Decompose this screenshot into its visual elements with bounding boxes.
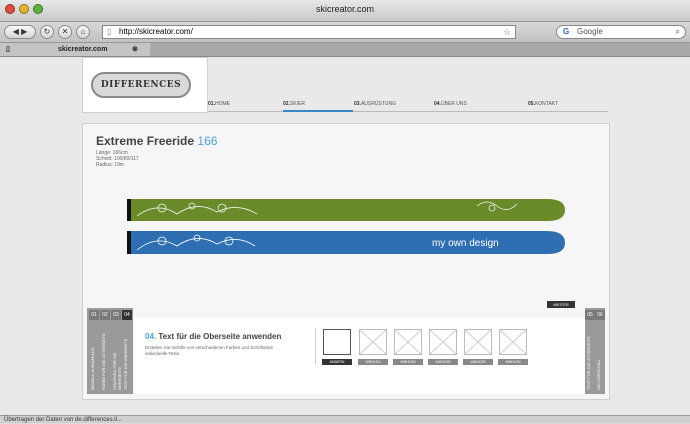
menu-label: KONTAKT <box>534 101 559 107</box>
status-bar: Übertragen der Daten von de.differences.… <box>0 415 690 423</box>
waehlen-button[interactable]: WÄHLEN <box>498 359 528 365</box>
menu-item-skier[interactable]: 02.SKIER <box>283 101 305 107</box>
tab-bar: ▯ skicreator.com ⊗ <box>0 43 690 57</box>
menu-num: 03. <box>354 101 361 107</box>
top-ski <box>129 199 565 221</box>
page-icon: ▯ <box>107 27 112 36</box>
search-placeholder: Google <box>577 27 603 36</box>
product-name: Extreme Freeride <box>96 134 195 148</box>
step-03[interactable]: 03 <box>111 310 121 320</box>
site-logo[interactable]: DIFFERENCES <box>91 72 191 98</box>
menu-num: 01. <box>208 101 215 107</box>
product-number: 166 <box>197 134 218 148</box>
home-icon: ⌂ <box>80 27 86 36</box>
reload-button[interactable]: ↻ <box>40 25 54 39</box>
menu-label: SKIER <box>289 101 305 107</box>
menu-item-ausruestung[interactable]: 03.AUSRÜSTUNG <box>354 101 396 107</box>
menu-num: 02. <box>283 101 290 107</box>
main-menu: 01.HOME 02.SKIER 03.AUSRÜSTUNG 04.ÜBER U… <box>208 101 608 115</box>
reload-icon: ↻ <box>43 27 51 36</box>
empty-slot-icon <box>394 329 422 355</box>
browser-toolbar: ◀ ▶ ↻ ✕ ⌂ ▯ http://skicreator.com/ ☆ G G… <box>0 22 690 43</box>
page-viewport: DIFFERENCES 01.HOME 02.SKIER 03.AUSRÜSTU… <box>0 57 690 415</box>
stop-button[interactable]: ✕ <box>58 25 72 39</box>
page-icon: ▯ <box>6 46 10 53</box>
search-icon[interactable]: ⌕ <box>676 26 680 38</box>
product-title: Extreme Freeride 166 <box>96 134 217 148</box>
configurator-steps: WEITER 01 02 03 04 MODELL AUSWÄHLEN FARB… <box>87 301 605 394</box>
right-step-column: 05 06 TEXT FÜR DIE UNTERSEITE SKI-VORSCH… <box>585 308 605 394</box>
search-field[interactable]: G Google ⌕ <box>556 25 686 39</box>
step-label: TEXT FÜR DIE UNTERSEITE <box>586 336 591 390</box>
address-bar[interactable]: ▯ http://skicreator.com/ ☆ <box>102 25 516 39</box>
menu-divider <box>208 111 608 112</box>
menu-item-home[interactable]: 01.HOME <box>208 101 230 107</box>
menu-item-kontakt[interactable]: 05.KONTAKT <box>528 101 558 107</box>
step-05[interactable]: 05 <box>585 310 595 320</box>
waehlen-button[interactable]: WÄHLEN <box>428 359 458 365</box>
bookmark-star-icon[interactable]: ☆ <box>503 26 511 38</box>
ski-tail <box>127 231 131 254</box>
waehlen-button[interactable]: WÄHLEN <box>358 359 388 365</box>
step-number: 04. <box>145 332 157 341</box>
back-forward-buttons[interactable]: ◀ ▶ <box>4 25 36 39</box>
step-06[interactable]: 06 <box>595 310 605 320</box>
home-button[interactable]: ⌂ <box>76 25 90 39</box>
menu-item-ueber-uns[interactable]: 04.ÜBER UNS <box>434 101 467 107</box>
tab-skicreator[interactable]: ▯ skicreator.com ⊗ <box>0 43 150 56</box>
step-label: SKI-VORSCHAU <box>596 359 601 390</box>
empty-slot-icon <box>359 329 387 355</box>
text-slot[interactable] <box>464 329 492 355</box>
text-slot[interactable] <box>429 329 457 355</box>
step-description: Erstellen Sie mithilfe von verschiedenen… <box>145 345 274 356</box>
text-slot[interactable] <box>394 329 422 355</box>
ski-configurator: Extreme Freeride 166 Länge: 166cm Schnit… <box>82 123 610 400</box>
menu-label: ÜBER UNS <box>440 101 467 107</box>
logo-box: DIFFERENCES <box>82 57 208 113</box>
forward-icon[interactable]: ▶ <box>21 27 27 36</box>
text-slot[interactable] <box>359 329 387 355</box>
step-01[interactable]: 01 <box>89 310 99 320</box>
step-title: 04. Text für die Oberseite anwenden <box>145 332 281 341</box>
bottom-ski <box>129 231 565 254</box>
window-titlebar: skicreator.com <box>0 0 690 22</box>
step-04[interactable]: 04 <box>122 310 132 320</box>
weiter-button[interactable]: WEITER <box>547 301 575 308</box>
ski-tail <box>127 199 131 221</box>
aendern-button[interactable]: ÄNDERN <box>322 359 352 365</box>
menu-num: 05. <box>528 101 535 107</box>
step-label: TEXT FÜR DIE OBERSEITE <box>123 338 128 390</box>
empty-slot-icon <box>499 329 527 355</box>
google-icon: G <box>563 27 570 36</box>
left-step-column: 01 02 03 04 MODELL AUSWÄHLEN FARBE FÜR D… <box>87 308 133 394</box>
address-text: http://skicreator.com/ <box>119 27 193 36</box>
back-icon[interactable]: ◀ <box>13 27 19 36</box>
waehlen-button[interactable]: WÄHLEN <box>463 359 493 365</box>
window-title: skicreator.com <box>315 4 375 14</box>
menu-label: AUSRÜSTUNG <box>360 101 396 107</box>
empty-slot-icon <box>429 329 457 355</box>
empty-slot-icon <box>464 329 492 355</box>
spec-radius: Radius: 19m <box>96 162 125 168</box>
step-label: MODELL AUSWÄHLEN <box>90 347 95 390</box>
ski-custom-text: my own design <box>432 238 499 249</box>
step-label: FARBE FÜR DIE UNTERSEITE <box>101 333 106 390</box>
stop-icon: ✕ <box>61 27 69 36</box>
divider <box>315 328 316 364</box>
step-02[interactable]: 02 <box>100 310 110 320</box>
step-content: 04. Text für die Oberseite anwenden Erst… <box>135 318 585 394</box>
ski-preview: my own design <box>127 199 565 254</box>
waehlen-button[interactable]: WÄHLEN <box>393 359 423 365</box>
step-title-text: Text für die Oberseite anwenden <box>158 332 282 341</box>
close-tab-icon[interactable]: ⊗ <box>132 43 138 56</box>
tab-label: skicreator.com <box>58 46 108 53</box>
menu-active-indicator <box>283 110 353 112</box>
menu-label: HOME <box>214 101 230 107</box>
text-slot[interactable] <box>499 329 527 355</box>
menu-num: 04. <box>434 101 441 107</box>
step-label: GRAFIKEN FÜR DIE OBERSEITE <box>112 352 122 390</box>
text-slot[interactable] <box>323 329 351 355</box>
